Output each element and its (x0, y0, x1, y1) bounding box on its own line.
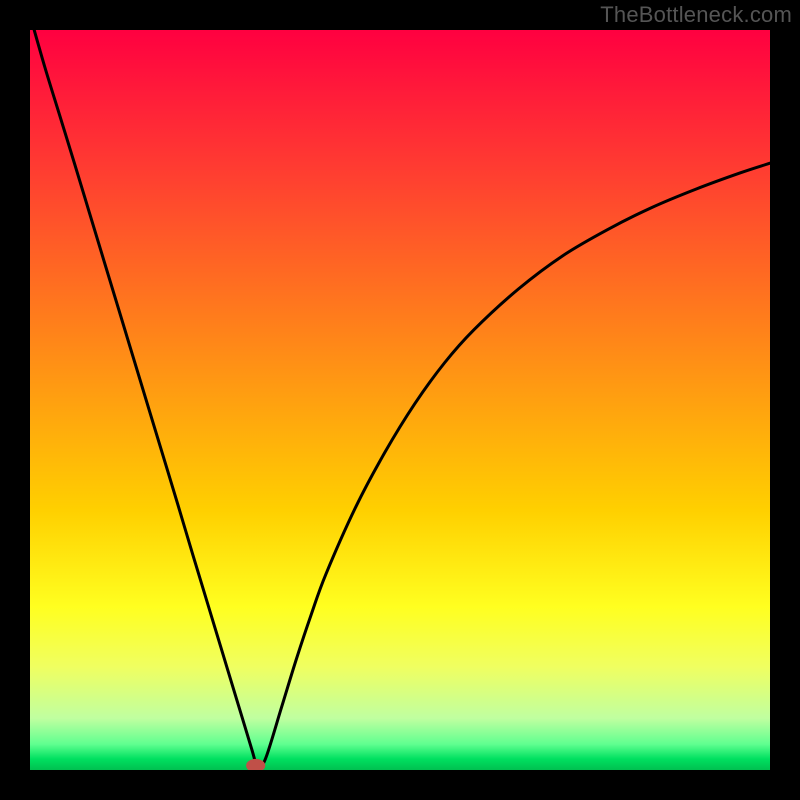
chart-svg (30, 30, 770, 770)
gradient-rect (30, 30, 770, 770)
plot-area (30, 30, 770, 770)
chart-frame: TheBottleneck.com (0, 0, 800, 800)
watermark-text: TheBottleneck.com (600, 2, 792, 28)
